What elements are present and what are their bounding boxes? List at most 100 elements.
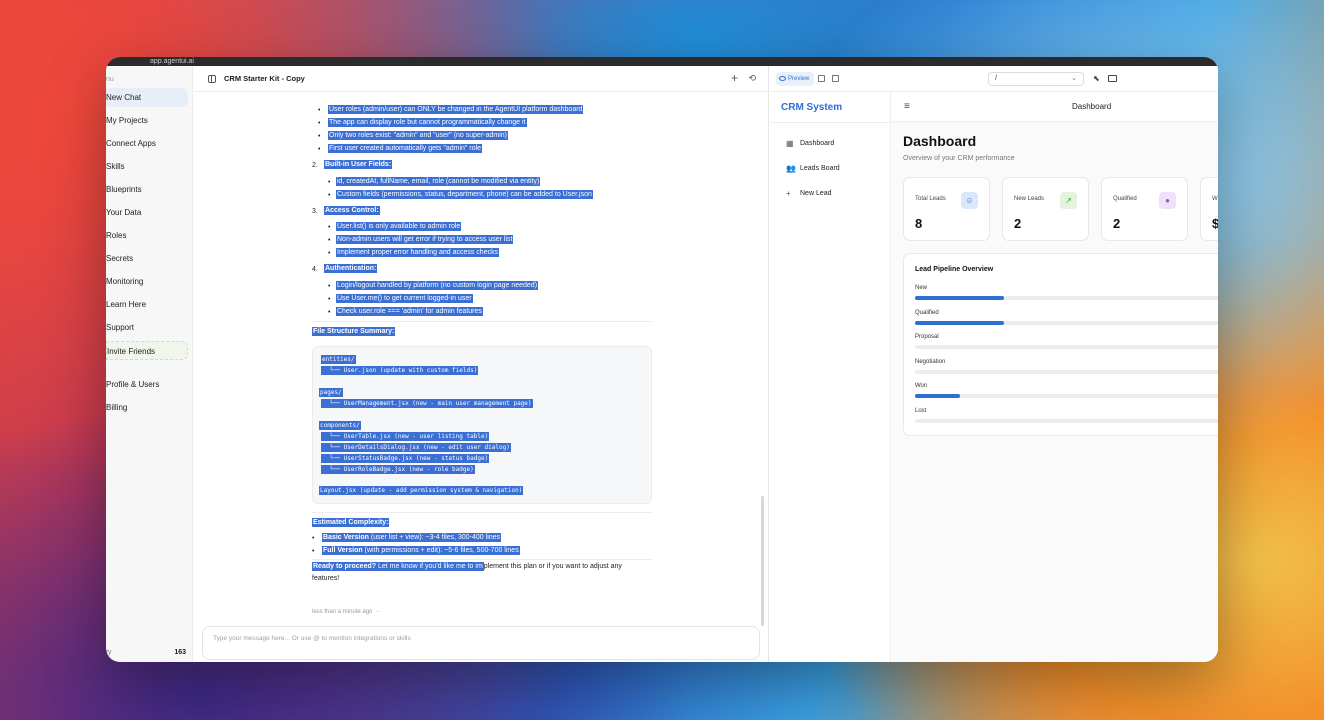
eye-icon: [779, 75, 786, 81]
divider: [312, 512, 652, 513]
stat-card-total-leads: Total Leads 8 ☺: [903, 177, 990, 241]
monitor-icon[interactable]: [1108, 75, 1117, 82]
page-subtitle: Overview of your CRM performance: [903, 155, 1015, 162]
users-icon: ☺: [961, 192, 978, 209]
bullet-icon: •: [312, 548, 315, 555]
section-number: 2.: [312, 162, 318, 169]
pipeline-progress-fill: [915, 320, 1005, 325]
bullet-icon: •: [328, 192, 331, 199]
pipeline-stage-label: Qualified: [915, 309, 939, 316]
route-select[interactable]: / ⌄: [988, 72, 1084, 86]
list-item: The app can display role but cannot prog…: [328, 118, 527, 127]
stat-card-qualified: Qualified 2 ●: [1101, 177, 1188, 241]
page-title: Dashboard: [903, 133, 977, 149]
list-item: Only two roles exist: "admin" and "user"…: [328, 131, 509, 140]
chat-header: CRM Starter Kit - Copy + ⟲: [194, 66, 768, 92]
stat-value: 2: [1014, 216, 1022, 231]
sidebar-item-new-chat[interactable]: New Chat: [106, 88, 188, 107]
sidebar-item-your-data[interactable]: Your Data: [106, 203, 188, 222]
crm-nav-label: New Lead: [800, 190, 832, 197]
app-window: app.agentui.ai nu New Chat My Projects C…: [106, 57, 1218, 662]
proceed-text-cont: features!: [312, 575, 340, 582]
stat-label: New Leads: [1014, 196, 1045, 202]
sidebar-item-support[interactable]: Support: [106, 318, 188, 337]
sidebar-item-blueprints[interactable]: Blueprints: [106, 180, 188, 199]
code-line: pages/: [319, 388, 343, 397]
preview-panel: Preview / ⌄ ⬉ CRM System ▦ Dashboard 👥 L…: [770, 66, 1218, 662]
list-item: Non-admin users will get error if trying…: [336, 235, 514, 244]
sidebar-item-billing[interactable]: Billing: [106, 398, 188, 417]
sidebar-item-secrets[interactable]: Secrets: [106, 249, 188, 268]
list-item: User.list() is only available to admin r…: [336, 222, 462, 231]
list-item: Check user.role === 'admin' for admin fe…: [336, 307, 483, 316]
new-chat-plus-icon[interactable]: +: [731, 71, 738, 85]
code-view-icon[interactable]: [818, 75, 825, 82]
list-item: Implement proper error handling and acce…: [336, 248, 500, 257]
chat-panel: CRM Starter Kit - Copy + ⟲ • User roles …: [194, 66, 769, 662]
users-icon: 👥: [786, 164, 796, 173]
code-block: entities/ └── User.json (update with cus…: [312, 346, 652, 504]
pipeline-stage-label: Lost: [915, 408, 927, 414]
preview-tab[interactable]: Preview: [776, 72, 814, 86]
sidebar-item-learn-here[interactable]: Learn Here: [106, 295, 188, 314]
stat-label: Total Leads: [915, 196, 946, 202]
browser-url[interactable]: app.agentui.ai: [150, 57, 194, 66]
stat-value: 8: [915, 216, 923, 231]
sidebar-item-connect-apps[interactable]: Connect Apps: [106, 134, 188, 153]
bullet-icon: •: [328, 283, 331, 290]
list-item: Basic Version (user list + view): ~3-4 f…: [322, 533, 502, 542]
bullet-icon: •: [318, 107, 321, 114]
section-title: Authentication:: [324, 264, 378, 273]
trend-icon: ↗: [1060, 192, 1077, 209]
crm-topbar-title: Dashboard: [1072, 102, 1112, 111]
toggle-sidebar-icon[interactable]: [208, 75, 216, 83]
sidebar-item-projects[interactable]: My Projects: [106, 111, 188, 130]
cursor-select-icon[interactable]: ⬉: [1093, 74, 1100, 83]
bullet-icon: •: [328, 309, 331, 316]
grid-icon: ▦: [786, 139, 794, 148]
credits-value: 163: [174, 649, 186, 656]
menu-icon[interactable]: ≡: [904, 101, 910, 112]
bullet-icon: •: [318, 133, 321, 140]
pipeline-stage-label: New: [915, 285, 928, 291]
bullet-icon: •: [312, 535, 315, 542]
message-input[interactable]: Type your message here... Or use @ to me…: [202, 626, 760, 660]
pipeline-progress-track: [915, 296, 1218, 300]
code-line: entities/: [321, 355, 356, 364]
proceed-text: Ready to proceed? Let me know if you'd l…: [312, 562, 622, 571]
circle-icon: ●: [1159, 192, 1176, 209]
section-title: Access Control:: [324, 206, 380, 215]
more-options-icon[interactable]: ···: [376, 609, 382, 615]
sidebar-item-invite-friends[interactable]: Invite Friends: [106, 341, 188, 360]
pipeline-progress-track: [915, 369, 1218, 374]
plus-icon: +: [786, 189, 791, 198]
section-title: Built-in User Fields:: [324, 160, 393, 169]
list-item: First user created automatically gets "a…: [328, 144, 483, 153]
bullet-icon: •: [318, 146, 321, 153]
sidebar-item-roles[interactable]: Roles: [106, 226, 188, 245]
crm-sidebar: CRM System ▦ Dashboard 👥 Leads Board + N…: [770, 92, 891, 662]
stat-card-new-leads: New Leads 2 ↗: [1002, 177, 1089, 241]
chat-title: CRM Starter Kit - Copy: [224, 74, 305, 83]
bullet-icon: •: [328, 224, 331, 231]
pipeline-progress-track: [915, 320, 1218, 325]
chat-scrollbar[interactable]: [761, 496, 764, 626]
bullet-icon: •: [328, 237, 331, 244]
sidebar-item-skills[interactable]: Skills: [106, 157, 188, 176]
pipeline-stage-label: Negotiation: [915, 358, 946, 365]
sidebar-item-monitoring[interactable]: Monitoring: [106, 272, 188, 291]
list-item: Full Version (with permissions + edit): …: [322, 546, 520, 555]
crm-nav-label: Dashboard: [800, 140, 835, 147]
external-link-icon[interactable]: [832, 75, 839, 82]
preview-toolbar: Preview / ⌄ ⬉: [770, 66, 1218, 92]
pipeline-progress-track: [915, 419, 1218, 423]
sidebar-item-profile-users[interactable]: Profile & Users: [106, 375, 188, 394]
preview-tab-label: Preview: [788, 76, 810, 82]
history-icon[interactable]: ⟲: [748, 73, 756, 84]
list-item: id, createdAt, fullName, email, role (ca…: [336, 177, 541, 186]
pipeline-progress-fill: [915, 296, 1005, 300]
credits-label: ty: [106, 649, 112, 656]
code-line: components/: [319, 421, 361, 430]
stat-value: 2: [1113, 216, 1121, 231]
stat-value: $: [1212, 216, 1218, 231]
